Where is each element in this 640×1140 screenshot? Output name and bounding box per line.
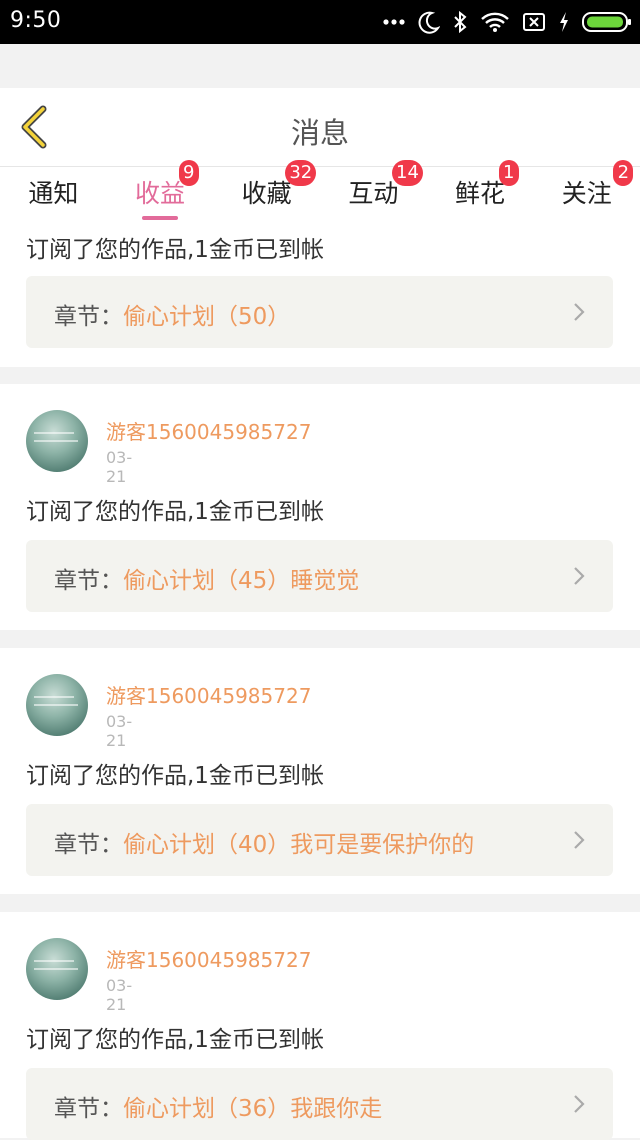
tab-label: 鲜花 (455, 179, 506, 208)
user-name[interactable]: 游客1560045985727 (106, 416, 311, 445)
chapter-link[interactable]: 章节：偷心计划（36）我跟你走 (26, 1068, 613, 1140)
status-bar: 9:50 (0, 0, 640, 44)
bluetooth-icon (452, 10, 468, 34)
tab-label: 收益 (135, 179, 186, 208)
chapter-link[interactable]: 章节：偷心计划（40）我可是要保护你的 (26, 804, 613, 876)
status-time: 9:50 (10, 8, 62, 33)
chapter-prefix: 章节： (54, 568, 123, 594)
message-text: 订阅了您的作品,1金币已到帐 (26, 499, 324, 525)
chapter-title: 偷心计划（50） (123, 304, 291, 330)
badge-favorites: 32 (285, 160, 317, 186)
chapter-prefix: 章节： (54, 832, 123, 858)
message-text: 订阅了您的作品,1金币已到帐 (26, 237, 324, 263)
chapter-title: 偷心计划（45）睡觉觉 (123, 568, 360, 594)
chapter-link[interactable]: 章节：偷心计划（50） (26, 276, 613, 348)
chevron-right-icon (574, 303, 585, 321)
wifi-icon (480, 11, 510, 33)
chapter-label: 章节：偷心计划（45）睡觉觉 (54, 561, 359, 595)
tab-label: 关注 (561, 179, 612, 208)
tab-label: 互动 (348, 179, 399, 208)
avatar[interactable] (26, 938, 88, 1000)
message-card: 游客1560045985727 03-21 订阅了您的作品,1金币已到帐 章节：… (0, 912, 640, 1140)
message-date: 03-21 (106, 976, 133, 1014)
tab-label: 收藏 (241, 179, 292, 208)
chapter-prefix: 章节： (54, 1096, 123, 1122)
user-name[interactable]: 游客1560045985727 (106, 944, 311, 973)
chapter-title: 偷心计划（36）我跟你走 (123, 1096, 383, 1122)
message-text: 订阅了您的作品,1金币已到帐 (26, 1027, 324, 1053)
avatar[interactable] (26, 674, 88, 736)
chapter-label: 章节：偷心计划（40）我可是要保护你的 (54, 825, 474, 859)
badge-follow: 2 (613, 160, 634, 186)
tab-follow[interactable]: 关注 2 (533, 160, 640, 222)
message-card: 游客1560045985727 03-21 订阅了您的作品,1金币已到帐 章节：… (0, 648, 640, 894)
status-icons (382, 8, 632, 36)
charging-icon (558, 11, 570, 33)
message-card: 订阅了您的作品,1金币已到帐 章节：偷心计划（50） (0, 222, 640, 367)
chapter-title: 偷心计划（40）我可是要保护你的 (123, 832, 475, 858)
tab-earnings[interactable]: 收益 9 (107, 160, 214, 222)
chevron-right-icon (574, 1095, 585, 1113)
badge-interaction: 14 (392, 160, 423, 186)
chapter-label: 章节：偷心计划（36）我跟你走 (54, 1089, 382, 1123)
message-date: 03-21 (106, 712, 133, 750)
avatar[interactable] (26, 410, 88, 472)
chapter-label: 章节：偷心计划（50） (54, 297, 290, 331)
more-dots-icon (382, 18, 406, 26)
page-title: 消息 (290, 116, 349, 150)
tab-label: 通知 (28, 179, 79, 208)
tab-favorites[interactable]: 收藏 32 (213, 160, 320, 222)
badge-flowers: 1 (498, 160, 519, 186)
tab-notice[interactable]: 通知 (0, 167, 107, 222)
tab-bar: 通知 收益 9 收藏 32 互动 14 鲜花 1 关注 2 (0, 160, 640, 222)
battery-icon (582, 11, 632, 33)
chapter-prefix: 章节： (54, 304, 123, 330)
chapter-link[interactable]: 章节：偷心计划（45）睡觉觉 (26, 540, 613, 612)
tab-interaction[interactable]: 互动 14 (320, 160, 427, 222)
badge-earnings: 9 (178, 160, 199, 186)
message-date: 03-21 (106, 448, 133, 486)
app-header: 消息 (0, 88, 640, 167)
user-name[interactable]: 游客1560045985727 (106, 680, 311, 709)
chevron-right-icon (574, 831, 585, 849)
message-text: 订阅了您的作品,1金币已到帐 (26, 763, 324, 789)
chevron-right-icon (574, 567, 585, 585)
active-tab-indicator (142, 216, 178, 220)
sim-off-icon (522, 11, 546, 33)
message-card: 游客1560045985727 03-21 订阅了您的作品,1金币已到帐 章节：… (0, 384, 640, 630)
tab-flowers[interactable]: 鲜花 1 (427, 160, 534, 222)
moon-icon (418, 10, 440, 34)
